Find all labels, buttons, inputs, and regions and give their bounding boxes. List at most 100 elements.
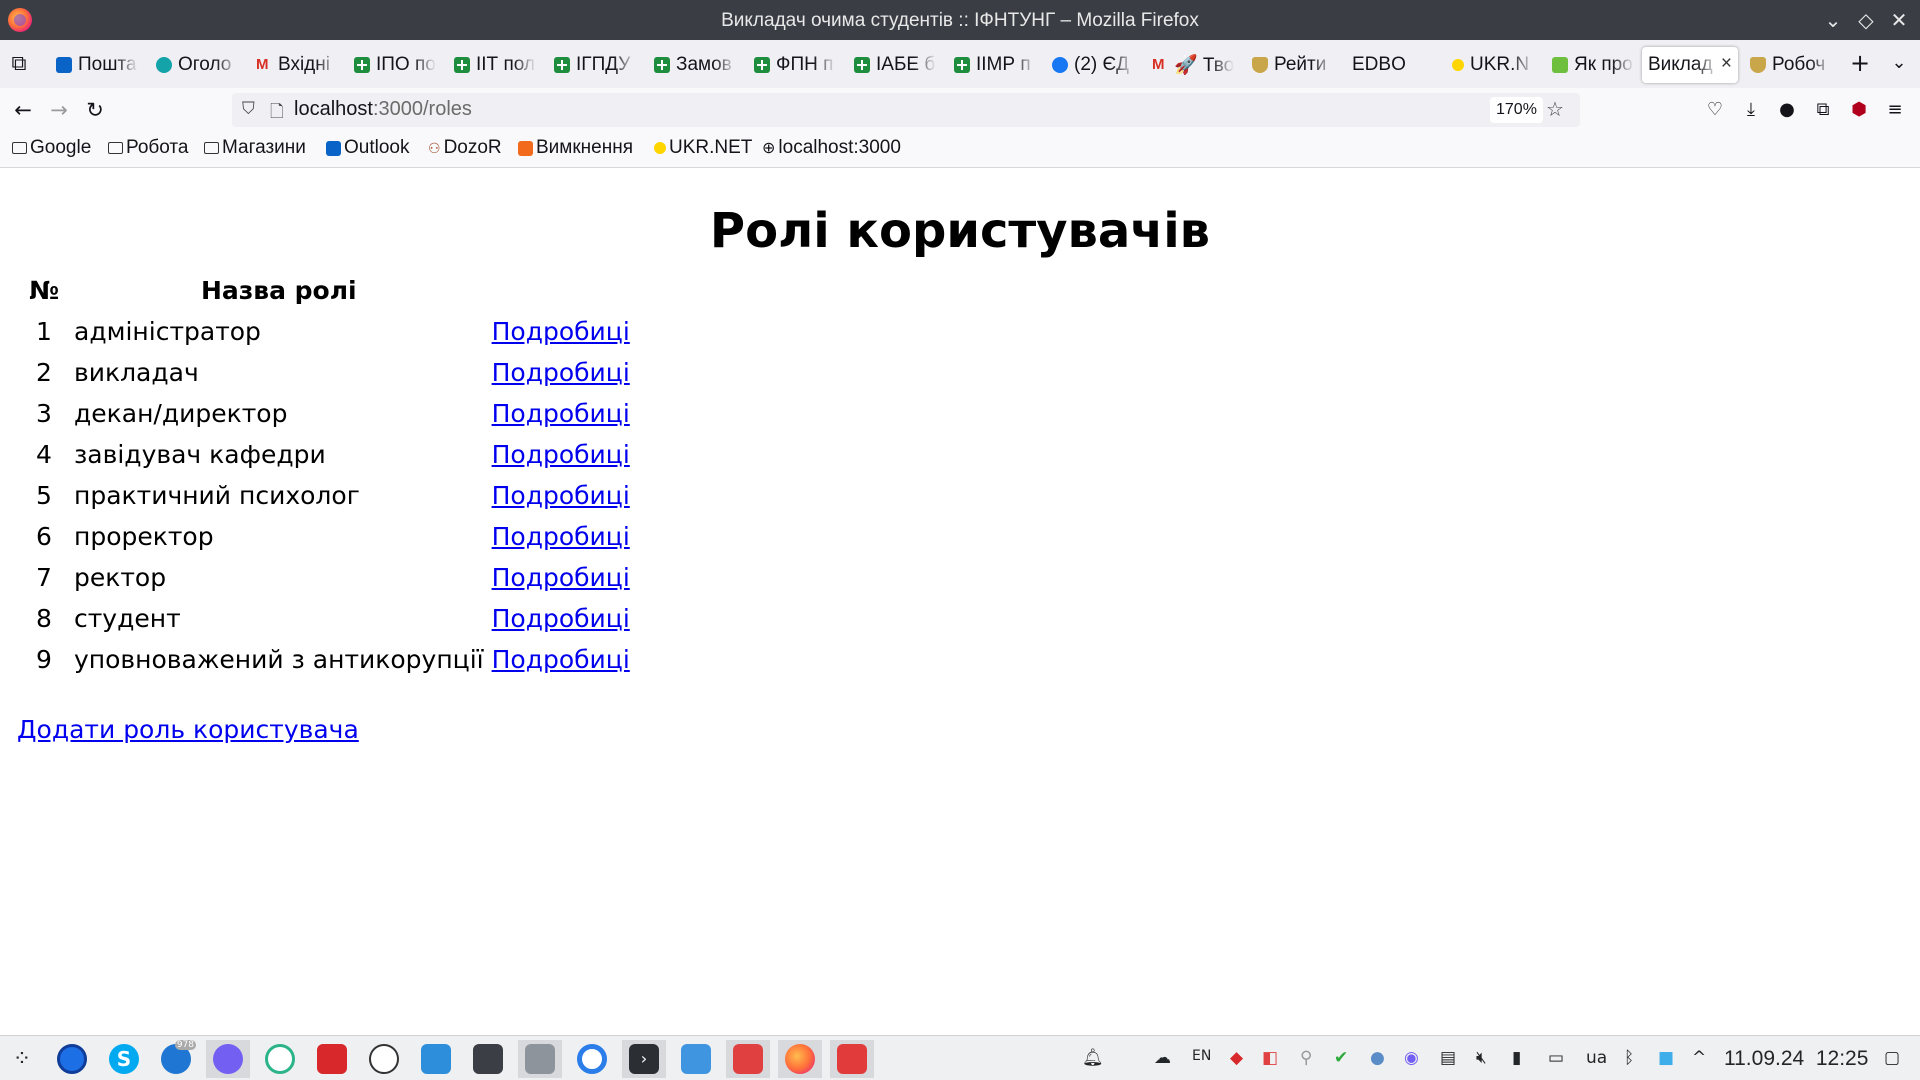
updates-icon[interactable]: ■ — [1658, 1048, 1674, 1068]
vpn-icon[interactable]: ● — [1370, 1048, 1385, 1068]
role-details-link[interactable]: Подробиці — [492, 604, 630, 633]
tab-facebook[interactable]: (2) ЄД — [1046, 47, 1134, 83]
skype-icon[interactable]: S — [102, 1040, 146, 1078]
role-number: 2 — [36, 358, 52, 387]
bookmark-robota[interactable]: Робота — [108, 137, 189, 159]
url-bar[interactable]: ⛉ 🗋 localhost:3000/roles 170% ☆ — [232, 93, 1580, 127]
back-arrow-icon[interactable]: ← — [8, 95, 38, 125]
chromium-icon[interactable] — [570, 1040, 614, 1078]
zoom-level-button[interactable]: 170% — [1490, 97, 1543, 123]
calendar-app-icon[interactable] — [830, 1040, 874, 1078]
volume-muted-icon[interactable]: 🔇︎ — [1476, 1048, 1487, 1068]
ublock-shield-icon[interactable]: ⬢ — [1845, 96, 1873, 124]
tab-sheet-ipo[interactable]: ІПО по — [348, 47, 436, 83]
pocket-icon[interactable]: ♡ — [1701, 96, 1729, 124]
doublecmd-tray-icon[interactable]: ◧ — [1262, 1048, 1278, 1068]
tracking-shield-icon[interactable]: ⛉ — [242, 99, 260, 119]
tab-gmail-rocket[interactable]: M 🚀 Тво — [1146, 47, 1234, 83]
keyboard-layout-indicator[interactable]: EN — [1192, 1048, 1211, 1064]
reload-icon[interactable]: ↻ — [80, 95, 110, 125]
clipboard-icon[interactable]: ▤ — [1440, 1048, 1456, 1068]
bookmark-star-icon[interactable]: ☆ — [1546, 97, 1564, 121]
tab-edbo[interactable]: EDBO — [1346, 47, 1434, 83]
tab-sheet-iabe[interactable]: ІАБЕ б — [848, 47, 936, 83]
url-text[interactable]: localhost:3000/roles — [294, 98, 472, 121]
bookmark-localhost[interactable]: ⊕ localhost:3000 — [762, 137, 901, 159]
anydesk-tray-icon[interactable]: ◆ — [1230, 1048, 1243, 1068]
page-info-icon[interactable]: 🗋 — [270, 99, 284, 128]
forward-arrow-icon[interactable]: → — [44, 95, 74, 125]
role-details-link[interactable]: Подробиці — [492, 358, 630, 387]
role-details-link[interactable]: Подробиці — [492, 399, 630, 428]
role-details-link[interactable]: Подробиці — [492, 645, 630, 674]
network-icon[interactable]: ▭ — [1548, 1048, 1564, 1068]
teamviewer-icon[interactable] — [362, 1040, 406, 1078]
viber-tray-icon[interactable]: ◉ — [1404, 1048, 1419, 1068]
bookmark-google[interactable]: Google — [12, 137, 91, 159]
show-desktop-icon[interactable]: ▢ — [1884, 1048, 1900, 1068]
new-tab-button[interactable]: + — [1845, 48, 1875, 78]
extension-avatar-icon[interactable]: ● — [1773, 96, 1801, 124]
xmind-icon[interactable] — [258, 1040, 302, 1078]
tab-sheet-orders[interactable]: Замов — [648, 47, 736, 83]
download-icon[interactable]: ⤓ — [1737, 96, 1765, 124]
bookmark-ukrnet[interactable]: UKR.NET — [654, 137, 752, 159]
system-tools-icon[interactable] — [518, 1040, 562, 1078]
clock-date[interactable]: 11.09.24 12:25 — [1724, 1047, 1868, 1071]
role-name: адміністратор — [74, 317, 261, 346]
bookmark-vymknennia[interactable]: Вимкнення — [518, 137, 633, 159]
role-details-link[interactable]: Подробиці — [492, 440, 630, 469]
notifications-icon[interactable]: 🔔︎ — [1082, 1048, 1104, 1068]
role-details-link[interactable]: Подробиці — [492, 481, 630, 510]
terminal-icon[interactable]: › — [622, 1040, 666, 1078]
settings-panel-icon[interactable] — [466, 1040, 510, 1078]
add-role-link[interactable]: Додати роль користувача — [17, 715, 359, 744]
bluetooth-icon[interactable]: ᛒ — [1624, 1048, 1634, 1068]
table-row: 6 проректор Подробиці — [20, 516, 632, 557]
store-icon[interactable] — [414, 1040, 458, 1078]
task-manager-circle-icon[interactable] — [50, 1040, 94, 1078]
tab-mail[interactable]: Пошта — [50, 47, 138, 83]
weather-icon[interactable]: ☁ — [1154, 1048, 1171, 1068]
tab-sheet-fpn[interactable]: ФПН п — [748, 47, 836, 83]
tab-sheet-iit[interactable]: ІІТ пол — [448, 47, 536, 83]
checkmark-icon[interactable]: ✔ — [1334, 1048, 1348, 1068]
thunderbird-icon[interactable]: 978 — [154, 1040, 198, 1078]
role-details-link[interactable]: Подробиці — [492, 563, 630, 592]
anydesk-icon[interactable] — [310, 1040, 354, 1078]
table-header-row: № Назва ролі — [20, 269, 632, 311]
app-launcher-icon[interactable]: ⁘ — [0, 1040, 44, 1078]
list-all-tabs-icon[interactable]: ⧉ — [4, 48, 34, 78]
battery-icon[interactable]: ▮ — [1512, 1048, 1521, 1068]
maximize-icon[interactable]: ◇ — [1853, 8, 1879, 32]
table-row: 1 адміністратор Подробиці — [20, 311, 632, 352]
firefox-taskbar-icon[interactable] — [778, 1040, 822, 1078]
tab-ukrnet[interactable]: UKR.N — [1446, 47, 1534, 83]
minimize-icon[interactable]: ⌄ — [1820, 8, 1846, 32]
role-details-link[interactable]: Подробиці — [492, 317, 630, 346]
close-tab-icon[interactable]: × — [1721, 53, 1732, 75]
close-window-icon[interactable]: ✕ — [1886, 8, 1912, 32]
tab-rating[interactable]: Рейти — [1246, 47, 1334, 83]
tab-active-teacher[interactable]: Виклад × — [1642, 47, 1738, 83]
tab-workspace[interactable]: Робоч — [1744, 47, 1832, 83]
bookmark-magazyny[interactable]: Магазини — [204, 137, 306, 159]
role-details-link[interactable]: Подробиці — [492, 522, 630, 551]
announce-icon — [156, 57, 172, 73]
tab-inbox[interactable]: M Вхідні — [250, 47, 338, 83]
app-menu-icon[interactable]: ≡ — [1881, 96, 1909, 124]
tray-expand-chevron-icon[interactable]: ^ — [1692, 1048, 1706, 1068]
tab-sheet-iimr[interactable]: ІІМР п — [948, 47, 1036, 83]
extensions-puzzle-icon[interactable]: ⧉ — [1809, 96, 1837, 124]
tab-overflow-chevron-icon[interactable]: ⌄ — [1884, 48, 1914, 78]
tab-sheet-igpdu[interactable]: ІГПДУ — [548, 47, 636, 83]
usb-icon[interactable]: ⚲ — [1300, 1048, 1312, 1068]
bookmark-dozor[interactable]: ⚇ DozoR — [428, 137, 502, 159]
bookmark-outlook[interactable]: Outlook — [326, 137, 409, 159]
double-commander-icon[interactable] — [726, 1040, 770, 1078]
tab-announcements[interactable]: Оголо — [150, 47, 238, 83]
tab-how-to[interactable]: Як про — [1546, 47, 1634, 83]
file-manager-icon[interactable] — [674, 1040, 718, 1078]
viber-icon[interactable] — [206, 1040, 250, 1078]
input-layout-indicator[interactable]: ua — [1586, 1048, 1607, 1068]
